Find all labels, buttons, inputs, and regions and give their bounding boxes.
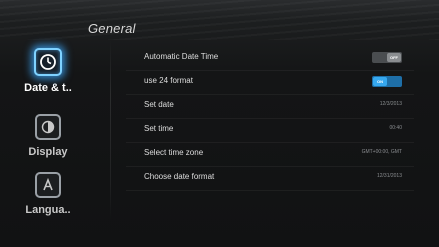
time-zone-value: GMT+00:00, GMT <box>361 149 402 155</box>
toggle-knob: OFF <box>387 53 401 62</box>
toggle-knob: ON <box>373 77 387 86</box>
row-label: Set time <box>144 124 174 133</box>
row-label: use 24 format <box>144 76 193 85</box>
clock-icon <box>34 48 62 76</box>
row-label: Choose date format <box>144 172 215 181</box>
sidebar-item-label: Langua.. <box>25 204 71 216</box>
sidebar-item-label: Date & t.. <box>24 82 72 94</box>
language-icon <box>35 172 61 198</box>
sidebar-item-display[interactable]: Display <box>10 114 86 158</box>
page-title: General <box>88 21 136 36</box>
set-date-value: 12/3/2013 <box>379 101 402 107</box>
sidebar-item-date-time[interactable]: Date & t.. <box>10 48 86 94</box>
set-time-value: 00:40 <box>389 125 402 131</box>
automatic-date-time-row[interactable]: Automatic Date Time OFF <box>126 47 414 71</box>
settings-list: Automatic Date Time OFF use 24 format ON… <box>126 47 414 191</box>
automatic-date-time-toggle[interactable]: OFF <box>372 52 402 63</box>
sidebar: Date & t.. Display Langua.. <box>10 48 108 243</box>
row-label: Automatic Date Time <box>144 52 219 61</box>
divider <box>110 40 111 220</box>
display-icon <box>35 114 61 140</box>
date-format-value: 12/31/2013 <box>376 173 402 179</box>
set-time-row[interactable]: Set time 00:40 <box>126 119 414 143</box>
use-24-format-toggle[interactable]: ON <box>372 76 402 87</box>
set-date-row[interactable]: Set date 12/3/2013 <box>126 95 414 119</box>
sidebar-item-label: Display <box>28 146 68 158</box>
header-background <box>0 0 439 40</box>
use-24-format-row[interactable]: use 24 format ON <box>126 71 414 95</box>
select-time-zone-row[interactable]: Select time zone GMT+00:00, GMT <box>126 143 414 167</box>
row-label: Select time zone <box>144 148 204 157</box>
row-label: Set date <box>144 100 174 109</box>
settings-screen: General Date & t.. Display Langua.. Auto… <box>0 0 439 247</box>
choose-date-format-row[interactable]: Choose date format 12/31/2013 <box>126 167 414 191</box>
sidebar-item-language[interactable]: Langua.. <box>10 172 86 216</box>
